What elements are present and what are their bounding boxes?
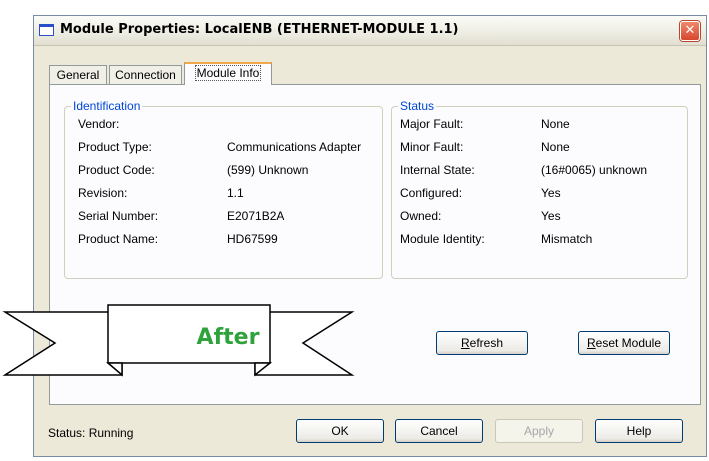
after-label: After	[196, 325, 260, 350]
cancel-button[interactable]: Cancel	[395, 419, 483, 443]
internal-state-label: Internal State:	[400, 163, 475, 177]
reset-module-button-label: Reset Module	[586, 336, 662, 350]
product-code-value: (599) Unknown	[227, 163, 309, 177]
configured-label: Configured:	[400, 186, 463, 200]
tab-general-label: General	[56, 68, 100, 82]
ok-button-label: OK	[331, 424, 349, 438]
dialog-status: Status: Running	[48, 426, 133, 440]
product-type-label: Product Type:	[78, 140, 152, 154]
minor-fault-label: Minor Fault:	[400, 140, 464, 154]
serial-number-value: E2071B2A	[227, 209, 285, 223]
module-properties-dialog: Module Properties: LocalENB (ETHERNET-MO…	[33, 15, 707, 457]
minor-fault-value: None	[541, 140, 570, 154]
tab-connection[interactable]: Connection	[109, 65, 182, 84]
product-type-value: Communications Adapter	[227, 140, 362, 154]
title-bar[interactable]: Module Properties: LocalENB (ETHERNET-MO…	[34, 16, 706, 46]
module-info-panel: Identification Vendor: Product Type: Com…	[49, 84, 701, 405]
reset-module-button[interactable]: Reset Module	[578, 331, 670, 355]
apply-button[interactable]: Apply	[495, 419, 583, 443]
revision-label: Revision:	[78, 186, 128, 200]
serial-number-label: Serial Number:	[78, 209, 159, 223]
close-button[interactable]: ✕	[680, 21, 700, 41]
configured-value: Yes	[541, 186, 561, 200]
status-group-title: Status	[398, 99, 437, 113]
status-value: Running	[88, 426, 134, 440]
vendor-label: Vendor:	[78, 117, 120, 131]
identification-title: Identification	[71, 99, 143, 113]
ok-button[interactable]: OK	[296, 419, 384, 443]
window-title: Module Properties: LocalENB (ETHERNET-MO…	[60, 22, 459, 37]
module-identity-value: Mismatch	[541, 232, 593, 246]
help-button-label: Help	[626, 424, 652, 438]
tab-general[interactable]: General	[49, 65, 107, 84]
product-name-value: HD67599	[227, 232, 278, 246]
product-code-label: Product Code:	[78, 163, 155, 177]
product-name-label: Product Name:	[78, 232, 159, 246]
status-label: Status:	[48, 426, 86, 440]
tab-module-info-label: Module Info	[194, 65, 262, 81]
tab-connection-label: Connection	[115, 68, 176, 82]
refresh-button-label: Refresh	[460, 336, 504, 350]
internal-state-value: (16#0065) unknown	[541, 163, 648, 177]
refresh-button[interactable]: Refresh	[436, 331, 528, 355]
help-button[interactable]: Help	[595, 419, 683, 443]
major-fault-label: Major Fault:	[400, 117, 464, 131]
module-identity-label: Module Identity:	[400, 232, 485, 246]
owned-value: Yes	[541, 209, 561, 223]
owned-label: Owned:	[400, 209, 442, 223]
revision-value: 1.1	[227, 186, 244, 200]
major-fault-value: None	[541, 117, 570, 131]
tab-module-info[interactable]: Module Info	[184, 62, 272, 85]
window-icon	[39, 24, 54, 36]
cancel-button-label: Cancel	[420, 424, 458, 438]
apply-button-label: Apply	[523, 424, 555, 438]
